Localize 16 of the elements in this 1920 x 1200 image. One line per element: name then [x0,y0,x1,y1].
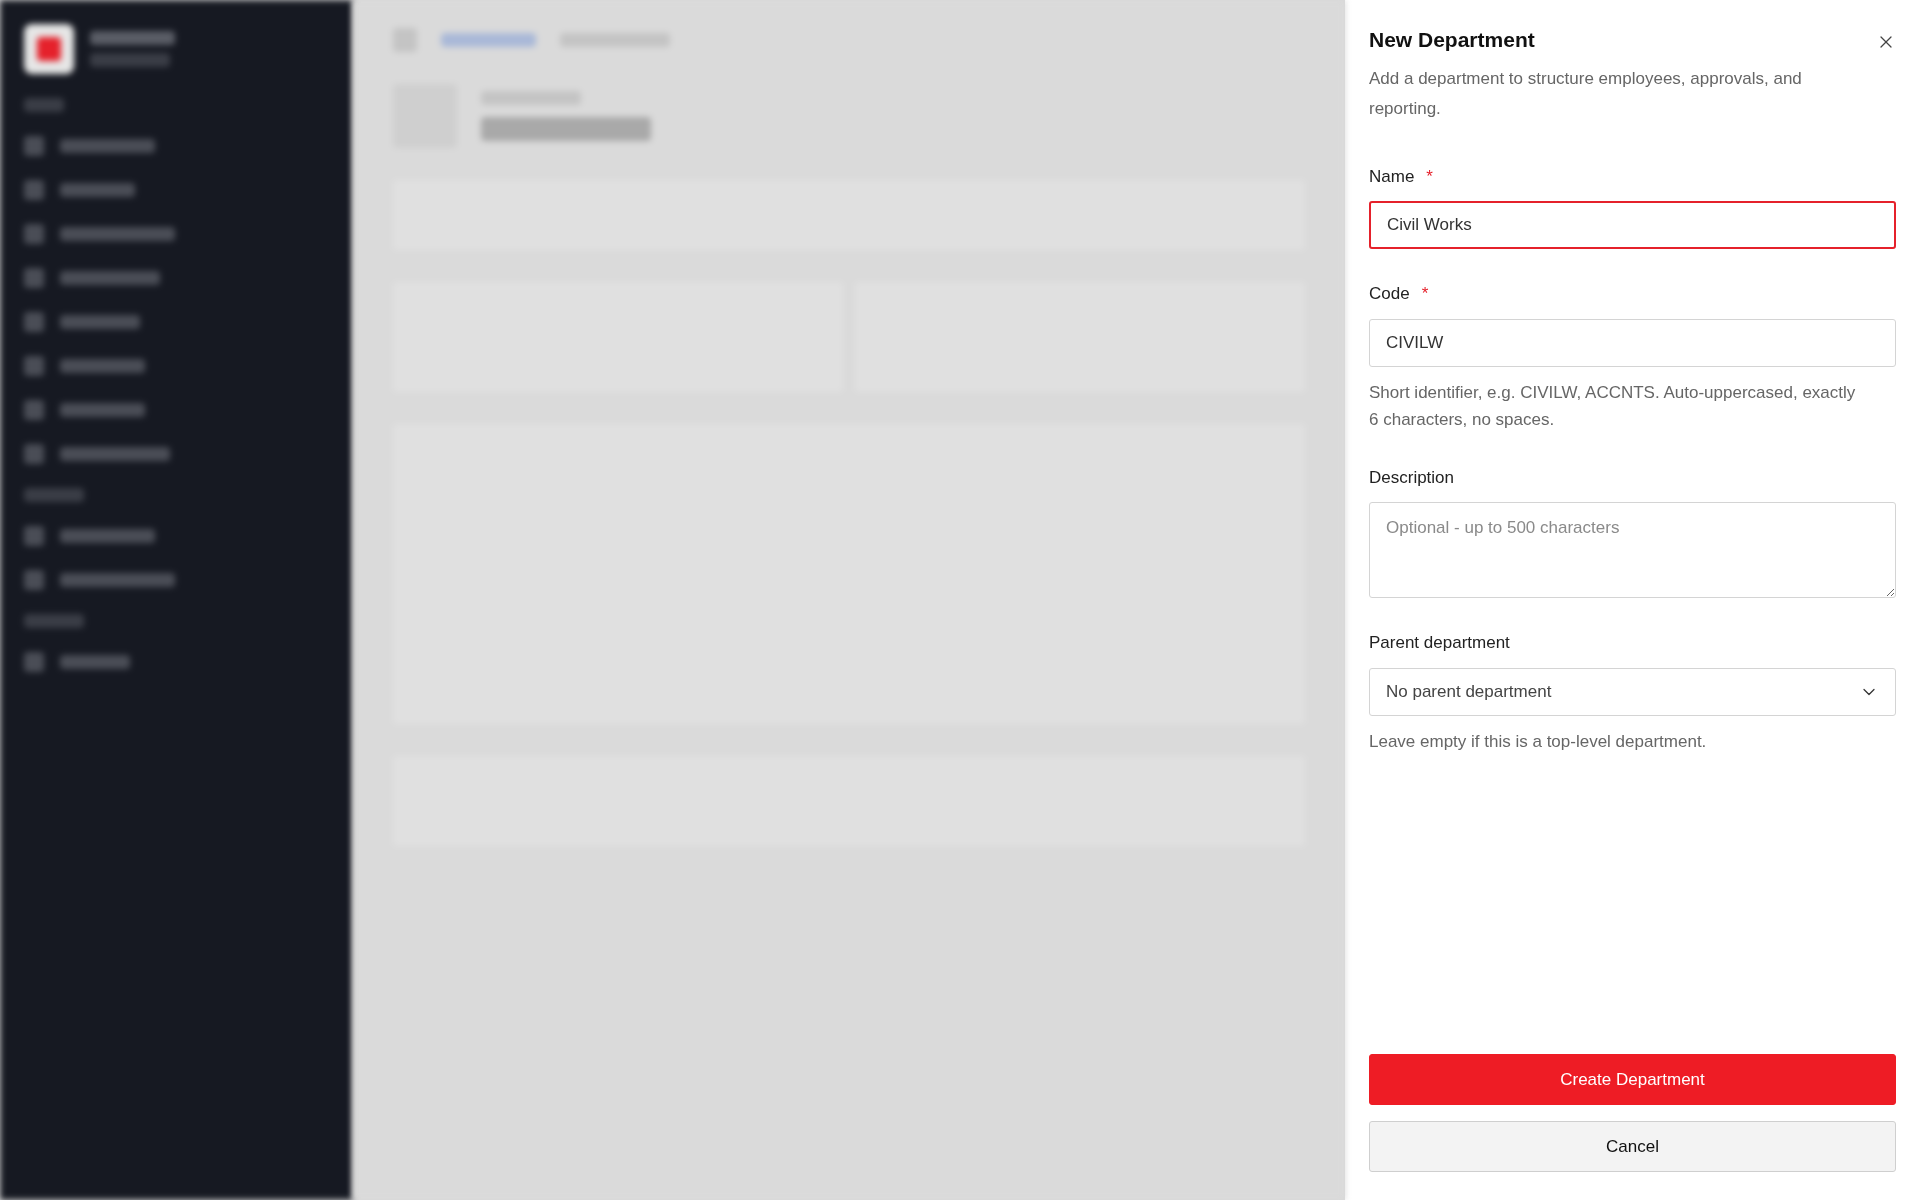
field-label: Parent department [1369,632,1510,654]
required-mark: * [1426,165,1433,188]
field-label: Code [1369,283,1410,305]
create-button[interactable]: Create Department [1369,1054,1896,1105]
panel-title: New Department [1369,27,1535,53]
panel-subtitle: Add a department to structure employees, approvals, and reporting. [1369,67,1803,120]
help-text: Short identifier, e.g. CIVILW, ACCNTS. Auto-uppercased, exactly 6 characters, no spaces. [1369,381,1857,431]
description-field[interactable]: Optional - up to 500 characters [1369,502,1896,598]
text-field[interactable]: CIVILW [1369,318,1896,367]
help-text: Leave empty if this is a top-level department. [1369,730,1708,753]
required-mark: * [1421,283,1429,305]
field-label: Name [1369,165,1415,188]
cancel-button[interactable]: Cancel [1369,1121,1896,1172]
field-label: Description [1369,466,1455,489]
text-field[interactable]: Civil Works [1369,201,1896,249]
parent-department-select[interactable]: No parent department [1369,667,1896,716]
